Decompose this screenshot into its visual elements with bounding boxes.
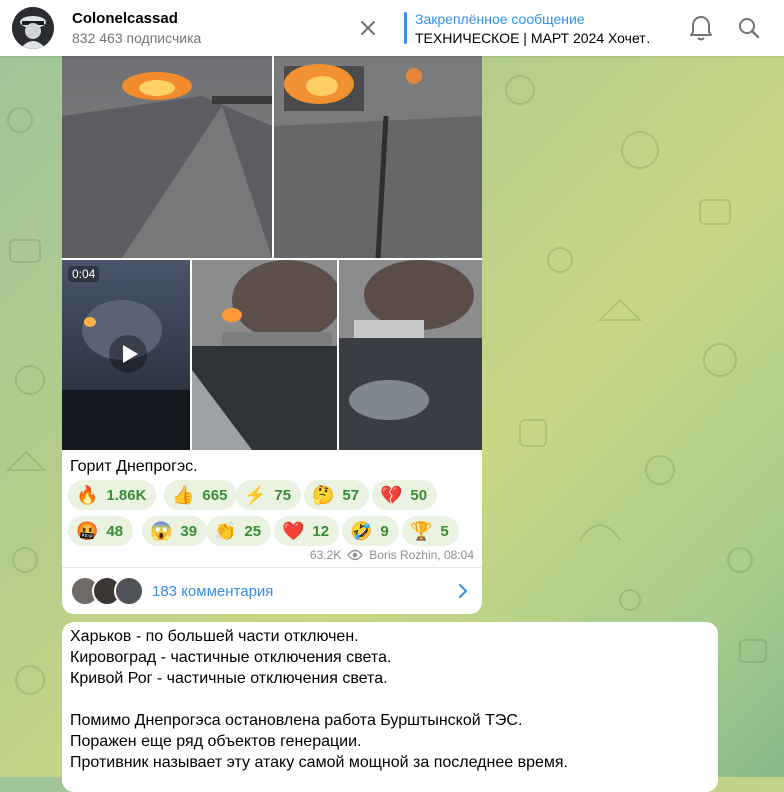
commenter-avatar xyxy=(114,576,144,606)
video-duration: 0:04 xyxy=(68,266,100,282)
post-text-line: Кировоград - частичные отключения света. xyxy=(70,649,392,666)
reaction-count: 48 xyxy=(106,522,124,540)
post-meta: 63.2K Boris Rozhin, 08:04 xyxy=(310,548,474,562)
reaction-pill[interactable]: 🤬 48 xyxy=(68,516,134,546)
reaction-pill[interactable]: 💔 50 xyxy=(372,480,438,510)
reaction-emoji: ⚡ xyxy=(244,484,267,505)
reaction-emoji: 👍 xyxy=(172,484,195,505)
pinned-indicator-bar xyxy=(404,12,407,44)
video-thumbnail[interactable]: 0:04 xyxy=(62,260,190,450)
reaction-pill[interactable]: 🤣 9 xyxy=(342,516,399,546)
chat-header: Colonelcassad 832 463 подписчика Закрепл… xyxy=(0,0,784,56)
photo-road-fire-1[interactable] xyxy=(62,56,272,258)
post-text-line: Противник называет эту атаку самой мощно… xyxy=(70,754,568,771)
channel-name[interactable]: Colonelcassad xyxy=(72,10,178,27)
view-count: 63.2K xyxy=(309,548,342,562)
close-icon xyxy=(361,21,375,35)
close-pinned-button[interactable] xyxy=(356,16,380,40)
reaction-count: 57 xyxy=(342,486,360,504)
reaction-pill[interactable]: 🔥 1.86K xyxy=(68,480,157,510)
post-text-line: Поражен еще ряд объектов генерации. xyxy=(70,733,362,750)
photo-dam-smoke-1[interactable] xyxy=(192,260,337,450)
reaction-pill[interactable]: 👏 25 xyxy=(206,516,272,546)
reaction-pill[interactable]: 👍 665 xyxy=(164,480,238,510)
reaction-count: 9 xyxy=(380,522,389,540)
post-text-line: Кривой Рог - частичные отключения света. xyxy=(70,670,388,687)
reaction-count: 50 xyxy=(410,486,428,504)
reaction-count: 5 xyxy=(440,522,449,540)
reaction-emoji: ❤️ xyxy=(282,520,305,541)
search-button[interactable] xyxy=(737,16,761,40)
reaction-emoji: 🤬 xyxy=(76,520,99,541)
comments-count-label: 183 комментария xyxy=(152,583,274,600)
pinned-message-text[interactable]: ТЕХНИЧЕСКОЕ | МАРТ 2024 Хочет… xyxy=(415,30,651,46)
eye-icon xyxy=(347,549,364,561)
post-text-line: Харьков - по большей части отключен. xyxy=(70,628,359,645)
reaction-count: 1.86K xyxy=(106,486,147,504)
channel-avatar[interactable] xyxy=(12,7,54,49)
reaction-pill[interactable]: 😱 39 xyxy=(142,516,208,546)
reaction-emoji: 😱 xyxy=(150,520,173,541)
reaction-emoji: 🤣 xyxy=(350,520,373,541)
channel-post-2: Харьков - по большей части отключен. Кир… xyxy=(62,622,718,792)
photo-road-fire-2[interactable] xyxy=(274,56,482,258)
reaction-emoji: 💔 xyxy=(380,484,403,505)
reaction-count: 12 xyxy=(312,522,330,540)
chevron-right-icon xyxy=(459,584,467,598)
reaction-emoji: 🔥 xyxy=(76,484,99,505)
reaction-pill[interactable]: 🤔 57 xyxy=(304,480,370,510)
reaction-emoji: 👏 xyxy=(214,520,237,541)
reaction-emoji: 🏆 xyxy=(410,520,433,541)
reaction-emoji: 🤔 xyxy=(312,484,335,505)
reaction-pill[interactable]: ⚡ 75 xyxy=(236,480,302,510)
bell-icon xyxy=(690,16,712,41)
reaction-pill[interactable]: 🏆 5 xyxy=(402,516,459,546)
post-text-line: Помимо Днепрогэса остановлена работа Бур… xyxy=(70,712,523,729)
reaction-count: 39 xyxy=(180,522,198,540)
reaction-count: 75 xyxy=(274,486,292,504)
channel-post: 0:04 Горит Днепрогэс. 🔥 1.86K 👍 665 ⚡ 75 🤔 57 💔 5… xyxy=(62,0,482,614)
subscriber-count: 832 463 подписчика xyxy=(72,30,202,46)
notifications-button[interactable] xyxy=(688,14,714,42)
pinned-message-label[interactable]: Закреплённое сообщение xyxy=(415,11,585,27)
author-time: Boris Rozhin, 08:04 xyxy=(369,548,474,562)
reaction-count: 25 xyxy=(244,522,262,540)
reaction-pill[interactable]: ❤️ 12 xyxy=(274,516,340,546)
reaction-count: 665 xyxy=(202,486,228,504)
photo-dam-smoke-2[interactable] xyxy=(339,260,482,450)
post-caption: Горит Днепрогэс. xyxy=(70,458,198,475)
search-icon xyxy=(739,18,760,39)
play-icon[interactable] xyxy=(108,334,148,374)
comments-button[interactable]: 183 комментария xyxy=(62,567,482,614)
